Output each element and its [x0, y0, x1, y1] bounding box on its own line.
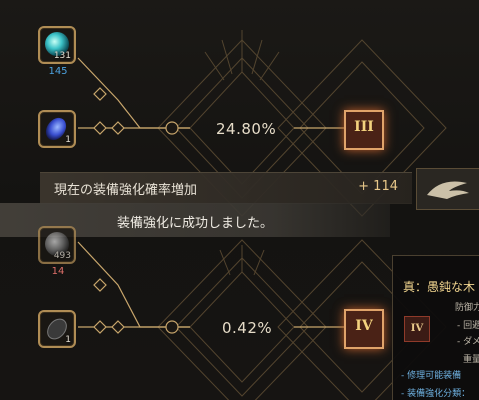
item-count: 493	[53, 251, 71, 261]
tooltip-grade-icon: IV	[404, 316, 430, 342]
enhance-rate: 24.80%	[216, 120, 277, 138]
grade-numeral: III	[354, 119, 374, 135]
material-slot-bottom[interactable]: 1	[38, 110, 76, 148]
tooltip-line: 防御力	[455, 303, 479, 313]
tooltip-line: - 修理可能装備	[401, 371, 462, 381]
tooltip-title: 真：愚鈍な木	[403, 280, 476, 294]
bonus-value: + 114	[358, 179, 398, 194]
grade-numeral: IV	[355, 318, 373, 334]
material-slot-bottom[interactable]: 1	[38, 310, 76, 348]
material-slot-top[interactable]: 493	[38, 226, 76, 264]
material-sub-count: 14	[51, 266, 65, 277]
grade-emblem: IV	[344, 309, 384, 349]
item-count: 1	[65, 335, 71, 345]
material-sub-count: 145	[48, 66, 68, 77]
bonus-label: 現在の装備強化確率増加	[54, 183, 198, 198]
item-count: 131	[53, 51, 71, 61]
enhancement-screen: 131 145 1 24.80% III 現在の装備強化確率増加 + 114 装…	[0, 0, 479, 400]
grade-emblem: III	[344, 110, 384, 150]
enhance-rate: 0.42%	[222, 319, 273, 337]
tooltip-line: - 回避	[457, 321, 479, 331]
enhance-bonus-banner: 現在の装備強化確率増加 + 114	[40, 172, 412, 204]
tooltip-line: - 装備強化分類：	[401, 389, 471, 399]
item-count: 1	[65, 135, 71, 145]
wing-emblem-icon	[427, 181, 469, 199]
side-action-button[interactable]	[416, 168, 479, 210]
material-slot-top[interactable]: 131	[38, 26, 76, 64]
tooltip-line: - ダメ	[457, 337, 479, 347]
tooltip-line: 重量	[463, 355, 479, 365]
item-tooltip: 真：愚鈍な木 防御力 IV - 回避 - ダメ 重量 - 修理可能装備 - 装備…	[392, 255, 479, 400]
